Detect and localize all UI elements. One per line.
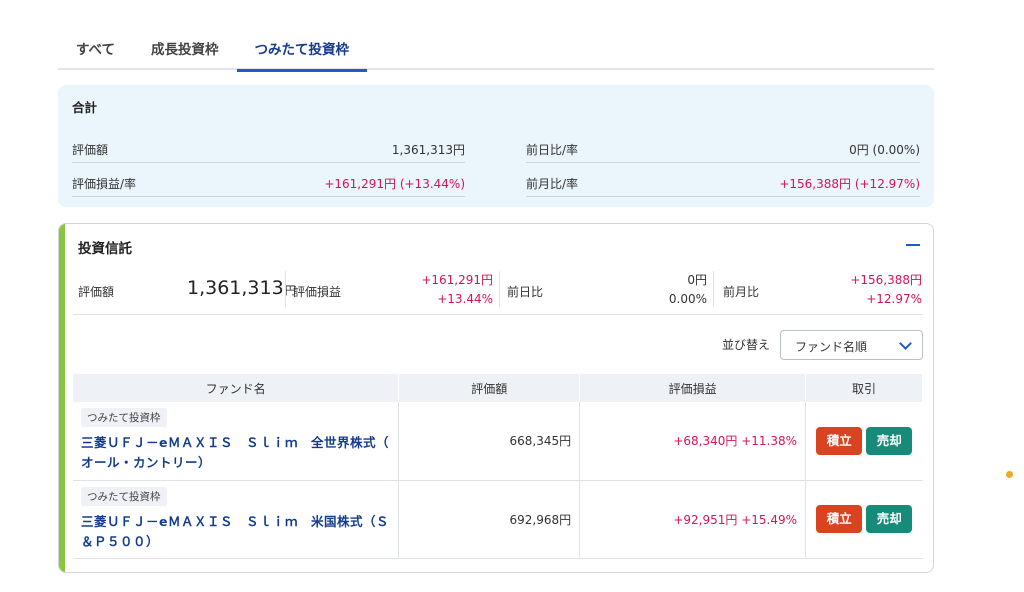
metric-pl-rate: +13.44% [437,292,493,306]
sell-button[interactable]: 売却 [866,505,913,533]
metric-pl-label: 評価損益 [293,285,342,299]
table-row: つみたて投資枠 三菱ＵＦＪ－eＭＡＸＩＳ Ｓｌｉｍ 全世界株式（ オール・カント… [73,402,923,481]
tab-all[interactable]: すべて [58,28,133,70]
summary-prev-day-label: 前日比/率 [526,143,579,157]
account-type-tabs: すべて 成長投資枠 つみたて投資枠 [58,28,934,72]
fund-name-cell: つみたて投資枠 三菱ＵＦＪ－eＭＡＸＩＳ Ｓｌｉｍ 米国株式（Ｓ ＆Ｐ５００） [73,480,400,559]
fund-name-cell: つみたて投資枠 三菱ＵＦＪ－eＭＡＸＩＳ Ｓｌｉｍ 全世界株式（ オール・カント… [73,402,400,481]
total-summary-panel: 合計 評価額 1,361,313円 前日比/率 0円 (0.00%) 評価損益/… [58,85,934,207]
fund-name-link[interactable]: 三菱ＵＦＪ－eＭＡＸＩＳ Ｓｌｉｍ 全世界株式（ オール・カントリー） [73,433,398,473]
metric-valuation-value: 1,361,313円 [187,277,296,299]
card-metrics: 評価額 1,361,313円 評価損益 +161,291円 +13.44% 前日… [73,267,923,315]
card-title: 投資信託 [78,241,132,257]
summary-prev-month-row: 前月比/率 +156,388円 (+12.97%) [526,163,920,197]
summary-valuation-label: 評価額 [72,143,109,157]
metric-prev-day-rate: 0.00% [668,292,707,306]
metric-prev-month-label: 前月比 [723,285,760,299]
metric-prev-day-label: 前日比 [507,285,544,299]
sort-select[interactable]: ファンド名順 [780,330,923,360]
fund-name-link[interactable]: 三菱ＵＦＪ－eＭＡＸＩＳ Ｓｌｉｍ 米国株式（Ｓ ＆Ｐ５００） [73,512,398,552]
metric-prev-day-values: 0円 0.00% [633,271,707,309]
tab-tsumitate-investment[interactable]: つみたて投資枠 [236,28,368,72]
account-tag: つみたて投資枠 [81,486,167,506]
summary-valuation-value: 1,361,313円 [391,143,465,157]
metric-prev-day-amount: 0円 [687,273,707,287]
fund-actions: 積立 売却 [805,480,923,559]
metric-divider [499,271,500,307]
summary-prev-day-value: 0円 (0.00%) [849,143,920,157]
column-header-valuation: 評価額 [398,374,581,402]
fund-actions: 積立 売却 [805,402,923,481]
metric-prev-month-amount: +156,388円 [850,273,922,287]
fund-table-header: ファンド名 評価額 評価損益 取引 [73,374,923,402]
tab-growth-investment[interactable]: 成長投資枠 [133,28,237,70]
metric-valuation-label: 評価額 [78,285,115,299]
metric-divider [713,271,714,307]
metric-pl-amount: +161,291円 [421,273,493,287]
collapse-minus-icon[interactable] [905,236,921,252]
metric-prev-month-values: +156,388円 +12.97% [823,271,922,309]
column-header-fund-name: ファンド名 [73,374,400,402]
chevron-down-icon [899,337,912,350]
account-tag: つみたて投資枠 [81,408,167,428]
summary-pl-label: 評価損益/率 [72,177,137,191]
fund-table: ファンド名 評価額 評価損益 取引 つみたて投資枠 三菱ＵＦＪ－eＭＡＸＩＳ Ｓ… [73,374,923,559]
fund-valuation: 692,968円 [398,480,581,559]
column-header-pl: 評価損益 [579,374,807,402]
sort-label: 並び替え [722,338,771,352]
card-accent-bar [59,224,65,572]
fund-pl: +68,340円 +11.38% [579,402,807,481]
metric-divider [285,271,286,307]
summary-valuation-row: 評価額 1,361,313円 [72,129,465,163]
table-row: つみたて投資枠 三菱ＵＦＪ－eＭＡＸＩＳ Ｓｌｉｍ 米国株式（Ｓ ＆Ｐ５００） … [73,480,923,559]
summary-title: 合計 [72,100,98,115]
summary-pl-row: 評価損益/率 +161,291円 (+13.44%) [72,163,465,197]
tsumitate-buy-button[interactable]: 積立 [816,505,863,533]
orange-dot-indicator [1006,471,1013,478]
sort-select-value: ファンド名順 [795,340,868,354]
tsumitate-buy-button[interactable]: 積立 [816,426,863,455]
metric-pl-values: +161,291円 +13.44% [403,271,493,309]
sell-button[interactable]: 売却 [866,426,913,455]
column-header-trade: 取引 [805,374,923,402]
summary-prev-day-row: 前日比/率 0円 (0.00%) [526,129,920,163]
metric-prev-month-rate: +12.97% [866,292,922,306]
summary-pl-value: +161,291円 (+13.44%) [324,177,465,191]
summary-prev-month-label: 前月比/率 [526,177,579,191]
summary-prev-month-value: +156,388円 (+12.97%) [779,177,920,191]
investment-trust-card: 投資信託 評価額 1,361,313円 評価損益 +161,291円 +13.4… [58,223,934,573]
fund-valuation: 668,345円 [398,402,581,481]
fund-pl: +92,951円 +15.49% [579,480,807,559]
